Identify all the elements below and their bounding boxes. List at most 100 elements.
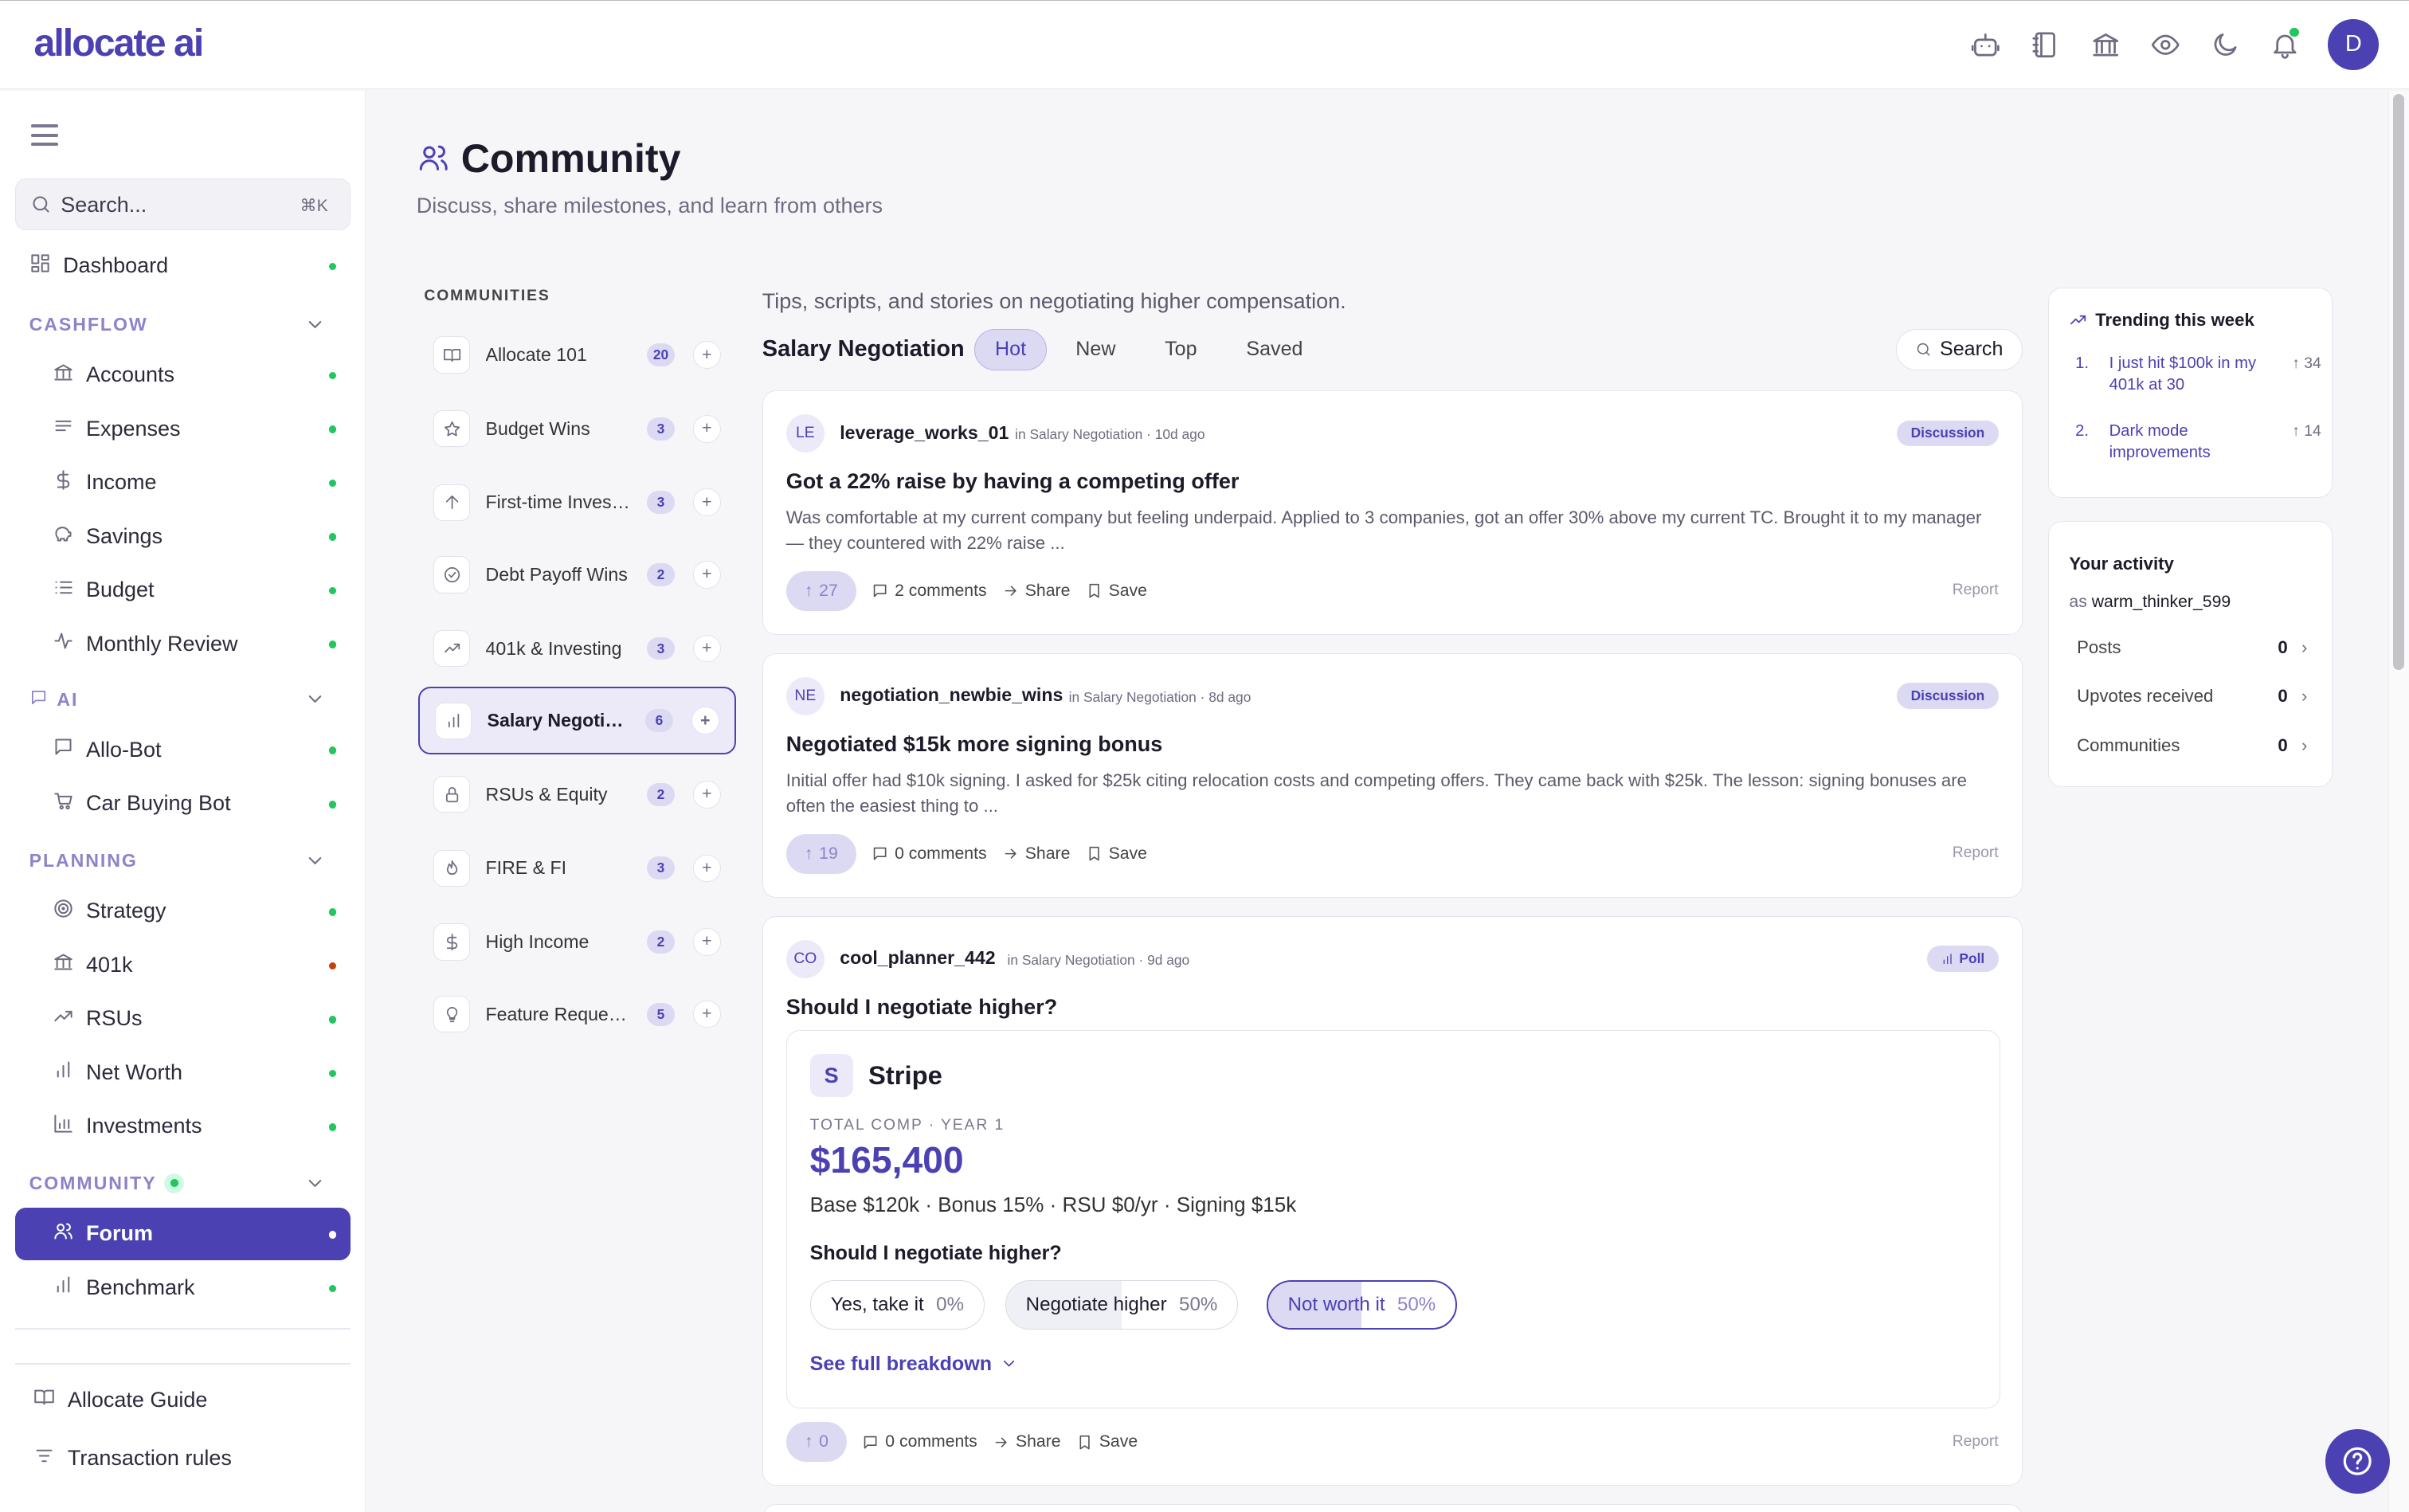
- post-card[interactable]: [762, 1504, 2023, 1512]
- sidebar-item-investments[interactable]: Investments: [15, 1103, 351, 1150]
- page-scrollbar[interactable]: [2387, 90, 2409, 1512]
- section-community[interactable]: COMMUNITY: [29, 1173, 337, 1194]
- post-title[interactable]: Negotiated $15k more signing bonus: [786, 732, 1163, 757]
- sidebar-search[interactable]: Search... ⌘K: [15, 178, 351, 231]
- tab-saved[interactable]: Saved: [1226, 329, 1322, 370]
- save-button[interactable]: Save: [1086, 582, 1147, 601]
- activity-row-communities[interactable]: Communities 0 ›: [2077, 735, 2307, 756]
- section-planning[interactable]: PLANNING: [29, 850, 337, 872]
- comments-button[interactable]: 0 comments: [862, 1432, 977, 1451]
- upvote-button[interactable]: ↑ 19: [785, 833, 856, 874]
- comments-button[interactable]: 0 comments: [872, 844, 987, 864]
- search-input[interactable]: Search...: [61, 193, 147, 217]
- sidebar-item-income[interactable]: Income: [15, 460, 351, 506]
- author-name[interactable]: leverage_works_01: [840, 422, 1009, 444]
- community-item-first-time-investors[interactable]: First-time Investors 3 +: [418, 468, 736, 536]
- sidebar-item-rsus[interactable]: RSUs: [15, 996, 351, 1042]
- sidebar-item-monthly-review[interactable]: Monthly Review: [15, 621, 351, 667]
- list-icon: [53, 415, 86, 442]
- tab-new[interactable]: New: [1056, 329, 1135, 370]
- app-logo[interactable]: allocate ai: [33, 21, 204, 65]
- poll-option-negotiate[interactable]: Negotiate higher 50%: [1005, 1279, 1239, 1330]
- sidebar-item-forum[interactable]: Forum: [15, 1208, 351, 1260]
- author-name[interactable]: negotiation_newbie_wins: [840, 684, 1063, 706]
- sidebar-item-dashboard[interactable]: Dashboard: [15, 243, 351, 289]
- trending-item-title[interactable]: Dark mode improvements: [2109, 421, 2278, 464]
- sidebar-item-allocate-guide[interactable]: Allocate Guide: [15, 1377, 351, 1423]
- menu-toggle-icon[interactable]: [30, 124, 59, 147]
- moon-icon[interactable]: [2205, 20, 2245, 69]
- sidebar-item-401k[interactable]: 401k: [15, 942, 351, 988]
- activity-row-upvotes[interactable]: Upvotes received 0 ›: [2077, 686, 2307, 707]
- share-button[interactable]: Share: [993, 1432, 1061, 1451]
- join-community-button[interactable]: +: [692, 928, 721, 956]
- upvote-button[interactable]: ↑ 0: [785, 1422, 848, 1463]
- report-button[interactable]: Report: [1953, 1433, 1999, 1451]
- post-card[interactable]: NE negotiation_newbie_wins in Salary Neg…: [762, 652, 2023, 898]
- report-button[interactable]: Report: [1953, 844, 1999, 862]
- community-item-debt-payoff-wins[interactable]: Debt Payoff Wins 2 +: [418, 541, 736, 609]
- community-item-allocate-101[interactable]: Allocate 101 20 +: [418, 321, 736, 389]
- robot-icon[interactable]: [1965, 20, 2005, 69]
- notebook-icon[interactable]: [2026, 20, 2066, 69]
- post-title[interactable]: Got a 22% raise by having a competing of…: [786, 469, 1240, 494]
- poll-option-yes[interactable]: Yes, take it 0%: [809, 1279, 985, 1330]
- eye-icon[interactable]: [2145, 20, 2185, 69]
- join-community-button[interactable]: +: [692, 634, 721, 663]
- upvote-button[interactable]: ↑ 27: [785, 570, 856, 611]
- join-community-button[interactable]: +: [691, 707, 719, 735]
- community-item-401k-investing[interactable]: 401k & Investing 3 +: [418, 615, 736, 683]
- scrollbar-thumb[interactable]: [2393, 93, 2404, 671]
- sidebar-item-expenses[interactable]: Expenses: [15, 405, 351, 452]
- community-item-high-income[interactable]: High Income 2 +: [418, 908, 736, 976]
- page-title: Community: [460, 135, 681, 181]
- activity-row-posts[interactable]: Posts 0 ›: [2077, 637, 2307, 658]
- arrow-up-icon: ↑: [804, 581, 813, 600]
- bookmark-icon: [1079, 1435, 1090, 1450]
- share-button[interactable]: Share: [1002, 844, 1070, 864]
- trending-item-title[interactable]: I just hit $100k in my 401k at 30: [2109, 353, 2278, 396]
- join-community-button[interactable]: +: [692, 561, 721, 589]
- join-community-button[interactable]: +: [692, 341, 721, 369]
- join-community-button[interactable]: +: [692, 780, 721, 809]
- sidebar-item-car-buying-bot[interactable]: Car Buying Bot: [15, 781, 351, 827]
- bank-icon[interactable]: [2086, 20, 2125, 69]
- sidebar-item-transaction-rules[interactable]: Transaction rules: [15, 1436, 351, 1482]
- section-cashflow[interactable]: CASHFLOW: [29, 314, 337, 335]
- community-item-rsus-equity[interactable]: RSUs & Equity 2 +: [418, 761, 736, 828]
- bell-icon[interactable]: [2265, 20, 2305, 69]
- join-community-button[interactable]: +: [692, 488, 721, 517]
- sidebar-item-net-worth[interactable]: Net Worth: [15, 1049, 351, 1095]
- sidebar-item-savings[interactable]: Savings: [15, 513, 351, 559]
- section-ai[interactable]: AI: [29, 688, 337, 711]
- community-item-budget-wins[interactable]: Budget Wins 3 +: [418, 395, 736, 463]
- search-icon: [1917, 343, 1930, 356]
- tab-top[interactable]: Top: [1145, 329, 1217, 370]
- join-community-button[interactable]: +: [692, 1000, 721, 1028]
- community-item-feature-requests[interactable]: Feature Requests 5 +: [418, 981, 736, 1048]
- share-button[interactable]: Share: [1002, 582, 1070, 601]
- user-avatar[interactable]: D: [2328, 19, 2380, 70]
- save-button[interactable]: Save: [1086, 844, 1147, 864]
- join-community-button[interactable]: +: [692, 414, 721, 443]
- sidebar-item-benchmark[interactable]: Benchmark: [15, 1265, 351, 1311]
- sidebar-item-strategy[interactable]: Strategy: [15, 888, 351, 934]
- post-card[interactable]: LE leverage_works_01 in Salary Negotiati…: [762, 390, 2023, 635]
- author-name[interactable]: cool_planner_442: [840, 947, 995, 969]
- tab-hot[interactable]: Hot: [973, 328, 1048, 370]
- report-button[interactable]: Report: [1953, 582, 1999, 599]
- community-item-fire-fi[interactable]: FIRE & FI 3 +: [418, 834, 736, 902]
- sidebar-item-allo-bot[interactable]: Allo-Bot: [15, 727, 351, 773]
- community-item-salary-negotiation[interactable]: Salary Negotiation 6 +: [417, 687, 736, 755]
- see-breakdown-button[interactable]: See full breakdown: [810, 1353, 1018, 1376]
- post-title[interactable]: Should I negotiate higher?: [786, 995, 1058, 1020]
- help-button[interactable]: [2325, 1428, 2390, 1494]
- poll-option-not-worth-it[interactable]: Not worth it 50%: [1266, 1279, 1458, 1330]
- save-button[interactable]: Save: [1076, 1432, 1138, 1451]
- join-community-button[interactable]: +: [692, 854, 721, 883]
- sidebar-item-accounts[interactable]: Accounts: [15, 352, 351, 398]
- feed-search-button[interactable]: Search: [1895, 328, 2023, 370]
- sidebar-item-budget[interactable]: Budget: [15, 567, 351, 613]
- poll-post-card[interactable]: CO cool_planner_442 in Salary Negotiatio…: [762, 915, 2023, 1487]
- comments-button[interactable]: 2 comments: [872, 582, 987, 601]
